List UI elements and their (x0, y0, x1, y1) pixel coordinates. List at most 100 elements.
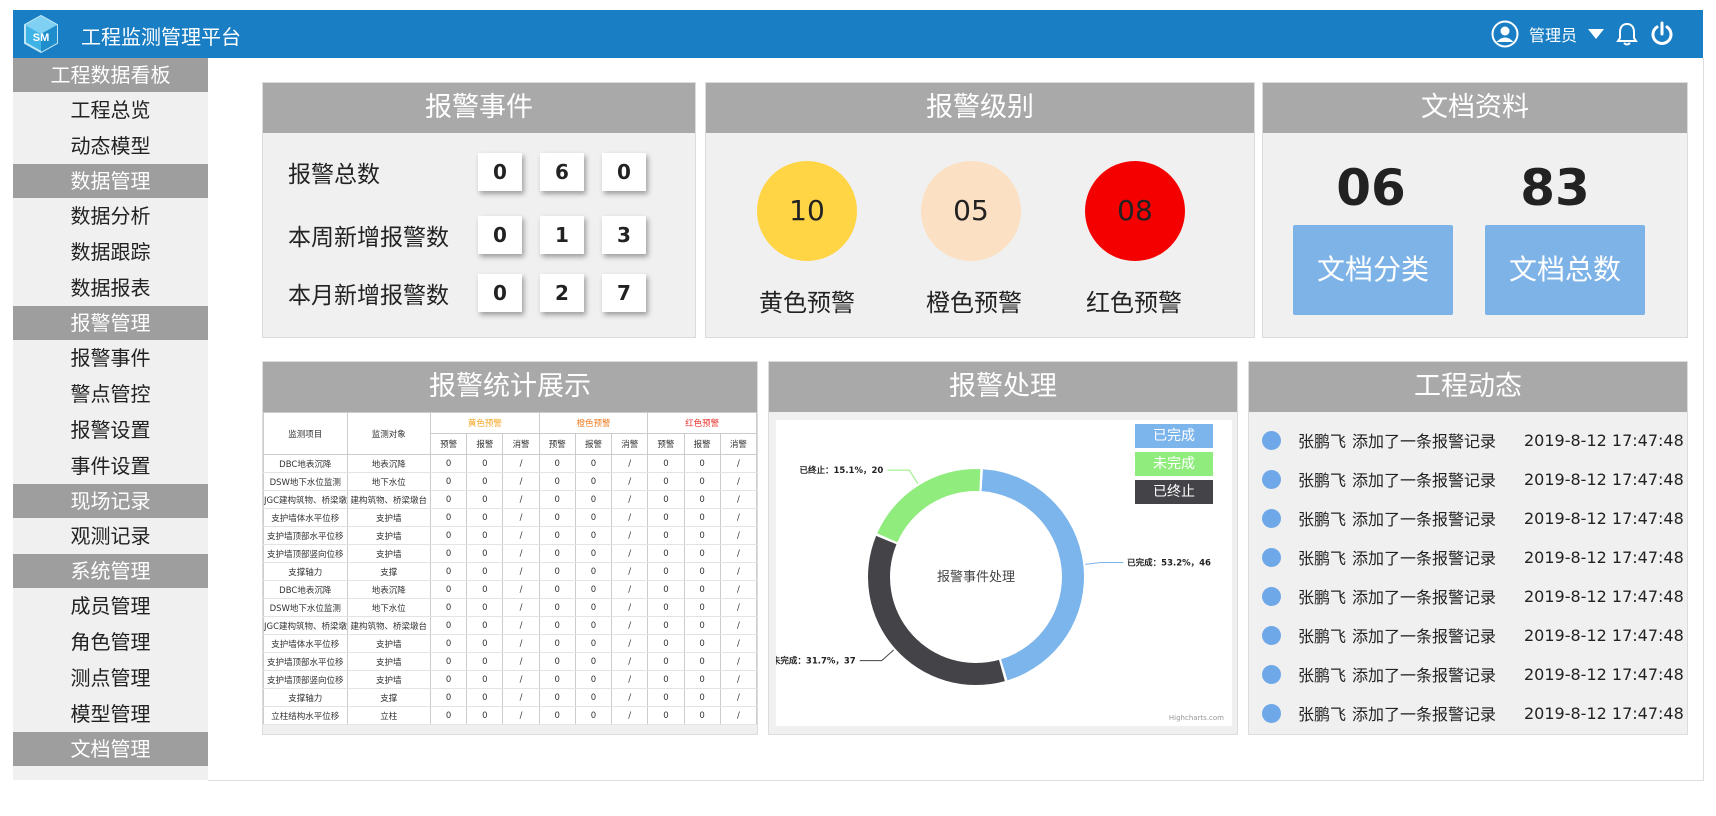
donut-slice[interactable] (868, 535, 1005, 685)
user-avatar-icon[interactable] (1491, 20, 1519, 48)
activity-action: 添加了一条报警记录 (1352, 588, 1497, 607)
donut-slice[interactable] (877, 469, 981, 543)
sidebar-item-alarm-settings[interactable]: 报警设置 (13, 412, 208, 448)
sidebar-item-alarm-events[interactable]: 报警事件 (13, 340, 208, 376)
cell-value: 0 (466, 472, 504, 491)
cell-monitor-item: JGC建构筑物、桥梁墩... (263, 490, 348, 509)
cell-value: 0 (683, 670, 721, 689)
cell-value: 0 (538, 598, 576, 617)
cell-monitor-object: 地表沉降 (346, 454, 431, 473)
cell-value: 0 (538, 706, 576, 725)
sidebar-item-alarm-points[interactable]: 警点管控 (13, 376, 208, 412)
legend-incomplete[interactable]: 未完成 (1135, 452, 1213, 476)
donut-data-label: 已完成：53.2%，46 (1127, 557, 1211, 568)
cell-value: 0 (429, 634, 468, 653)
sidebar-section-site-records[interactable]: 现场记录 (13, 484, 208, 518)
sidebar-item-data-analysis[interactable]: 数据分析 (13, 198, 208, 234)
sidebar-item-data-tracking[interactable]: 数据跟踪 (13, 234, 208, 270)
doc-total-button[interactable]: 文档总数 (1485, 225, 1645, 315)
cell-monitor-item: DSW地下水位监测 (263, 472, 348, 491)
cell-value: 0 (683, 490, 721, 509)
sidebar-item-event-settings[interactable]: 事件设置 (13, 448, 208, 484)
cell-value: / (719, 526, 757, 545)
sidebar-item-overview[interactable]: 工程总览 (13, 92, 208, 128)
panel-title: 报警事件 (263, 83, 695, 133)
cell-value: / (502, 616, 540, 635)
activity-item[interactable]: 张鹏飞 添加了一条报警记录 2019-8-12 17:47:48 (1262, 545, 1684, 569)
cell-monitor-object: 支护墙 (346, 670, 431, 689)
col-group-orange: 橙色预警 (538, 412, 649, 434)
activity-user: 张鹏飞 (1298, 666, 1347, 685)
chart-credits[interactable]: Highcharts.com (1169, 714, 1224, 722)
logo-icon: SM (24, 14, 58, 54)
legend-completed[interactable]: 已完成 (1135, 424, 1213, 448)
cell-value: / (719, 652, 757, 671)
cell-value: 0 (466, 562, 504, 581)
cell-value: / (719, 688, 757, 707)
activity-time: 2019-8-12 17:47:48 (1524, 508, 1684, 528)
sidebar-item-roles[interactable]: 角色管理 (13, 624, 208, 660)
table-row: 立柱结构水平位移 立柱 0 0/0 0/0 0/ (263, 706, 757, 725)
table-row: 支护墙顶部水平位移 支护墙 0 0/0 0/0 0/ (263, 652, 757, 671)
cell-value: 0 (647, 472, 685, 491)
cell-value: 0 (647, 652, 685, 671)
cell-monitor-item: 支护墙顶部竖向位移 (263, 544, 348, 563)
cell-value: 0 (429, 616, 468, 635)
cell-value: / (719, 706, 757, 725)
cell-value: 0 (538, 544, 576, 563)
cell-monitor-object: 支撑 (346, 688, 431, 707)
digit-box: 3 (602, 216, 646, 254)
alarm-month-row: 本月新增报警数 0 2 7 (288, 274, 664, 312)
cell-value: / (611, 562, 649, 581)
sidebar-item-models[interactable]: 模型管理 (13, 696, 208, 732)
sidebar-section-alarm[interactable]: 报警管理 (13, 306, 208, 340)
activity-user: 张鹏飞 (1298, 471, 1347, 490)
alarm-stats-panel: 报警统计展示 监测项目 监测对象 黄色预警 橙色预警 红色预警 预警 报警 消警… (262, 361, 758, 735)
activity-action: 添加了一条报警记录 (1352, 627, 1497, 646)
user-name[interactable]: 管理员 (1529, 22, 1577, 46)
activity-item[interactable]: 张鹏飞 添加了一条报警记录 2019-8-12 17:47:48 (1262, 662, 1684, 686)
red-level-circle: 08 (1085, 161, 1185, 261)
activity-item[interactable]: 张鹏飞 添加了一条报警记录 2019-8-12 17:47:48 (1262, 623, 1684, 647)
sidebar-section-data[interactable]: 数据管理 (13, 164, 208, 198)
sidebar-section-system[interactable]: 系统管理 (13, 554, 208, 588)
cell-value: / (611, 490, 649, 509)
cell-value: 0 (538, 580, 576, 599)
activity-time: 2019-8-12 17:47:48 (1524, 469, 1684, 489)
activity-item[interactable]: 张鹏飞 添加了一条报警记录 2019-8-12 17:47:48 (1262, 467, 1684, 491)
sidebar-item-data-report[interactable]: 数据报表 (13, 270, 208, 306)
chart-center-title: 报警事件处理 (937, 569, 1015, 585)
sidebar-item-dynamic-model[interactable]: 动态模型 (13, 128, 208, 164)
activity-dot-icon (1262, 547, 1281, 567)
cell-value: 0 (429, 562, 468, 581)
bell-icon[interactable] (1615, 21, 1639, 47)
power-icon[interactable] (1649, 21, 1675, 47)
activity-item[interactable]: 张鹏飞 添加了一条报警记录 2019-8-12 17:47:48 (1262, 428, 1684, 452)
cell-monitor-item: 支护墙体水平位移 (263, 508, 348, 527)
donut-connector (859, 649, 895, 662)
cell-value: 0 (574, 634, 613, 653)
sidebar-item-observation[interactable]: 观测记录 (13, 518, 208, 554)
sidebar: 工程数据看板 工程总览 动态模型 数据管理 数据分析 数据跟踪 数据报表 报警管… (13, 58, 208, 780)
sidebar-section-documents[interactable]: 文档管理 (13, 732, 208, 766)
digit-box: 2 (540, 274, 584, 312)
sidebar-section-dashboard[interactable]: 工程数据看板 (13, 58, 208, 92)
processing-chart: 报警事件处理 已完成：53.2%，46 未完成：31.7%，37 已终止：15.1%… (771, 420, 1232, 726)
activity-item[interactable]: 张鹏飞 添加了一条报警记录 2019-8-12 17:47:48 (1262, 506, 1684, 530)
caret-down-icon[interactable] (1587, 28, 1605, 40)
activity-item[interactable]: 张鹏飞 添加了一条报警记录 2019-8-12 17:47:48 (1262, 701, 1684, 725)
sidebar-item-points[interactable]: 测点管理 (13, 660, 208, 696)
cell-value: 0 (647, 526, 685, 545)
activity-item[interactable]: 张鹏飞 添加了一条报警记录 2019-8-12 17:47:48 (1262, 584, 1684, 608)
cell-value: 0 (538, 508, 576, 527)
cell-value: 0 (574, 526, 613, 545)
digit-box: 6 (540, 153, 584, 191)
cell-monitor-object: 地下水位 (346, 598, 431, 617)
cell-value: / (502, 670, 540, 689)
alarm-week-row: 本周新增报警数 0 1 3 (288, 216, 664, 254)
cell-value: 0 (466, 688, 504, 707)
sidebar-item-members[interactable]: 成员管理 (13, 588, 208, 624)
legend-terminated[interactable]: 已终止 (1135, 480, 1213, 504)
doc-category-button[interactable]: 文档分类 (1293, 225, 1453, 315)
cell-monitor-object: 地下水位 (346, 472, 431, 491)
